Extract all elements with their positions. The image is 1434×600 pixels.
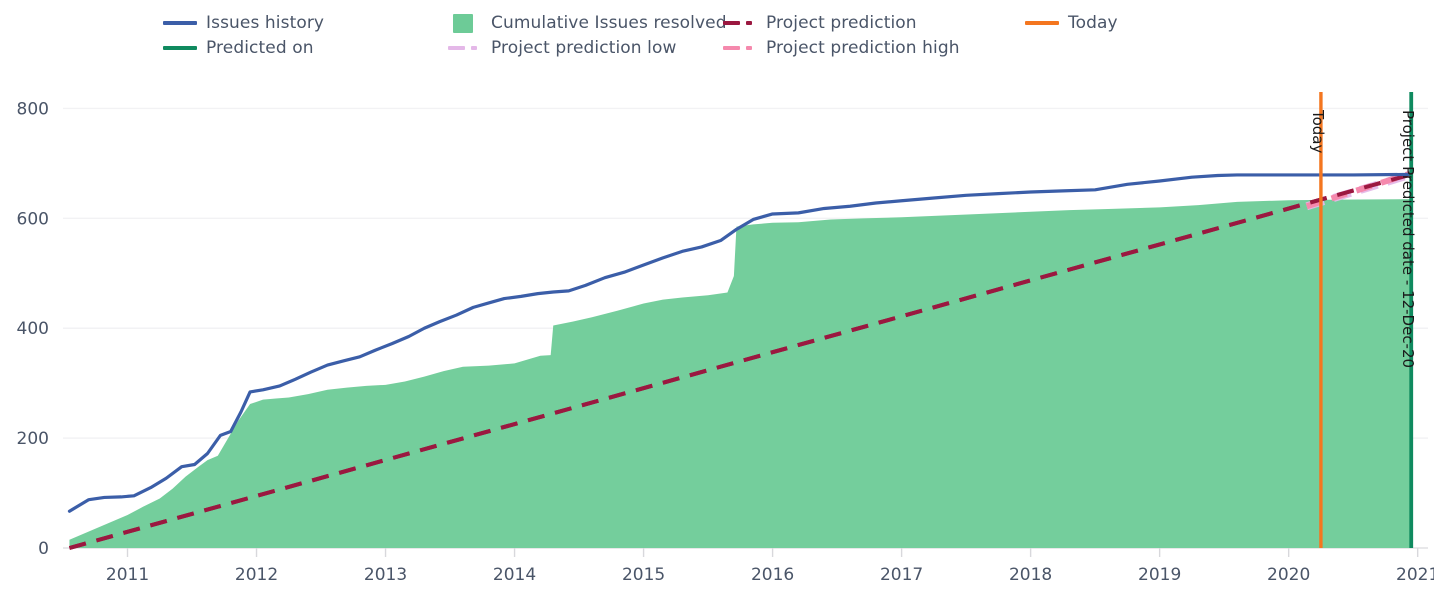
y-tick-label: 400 [17, 319, 49, 339]
vertical-line-label-today: Today [1309, 109, 1327, 154]
x-tick-label: 2012 [235, 565, 278, 585]
series-area-cumulative-issues-resolved [69, 199, 1412, 548]
x-axis: 2011 2012 2013 2014 2015 2016 2017 2018 2019 2020… [63, 547, 1434, 585]
y-tick-label: 0 [38, 539, 49, 559]
x-tick-label: 2013 [364, 565, 407, 585]
x-tick-label: 2016 [751, 565, 794, 585]
plot-area: 0 200 400 600 800 2011 2012 2013 2014 2015 2016 201… [0, 0, 1434, 600]
x-tick-label: 2017 [880, 565, 923, 585]
x-tick-label: 2014 [493, 565, 536, 585]
chart-svg: 02004006008002011 2012 2013 2014 2015 2016 201… [17, 92, 1434, 585]
x-tick-label: 2015 [622, 565, 665, 585]
x-tick-label: 2020 [1267, 565, 1310, 585]
x-tick-label: 2021 [1396, 565, 1434, 585]
y-tick-label: 600 [17, 209, 49, 229]
vertical-line-label-predicted-on: Project Predicted date - 12-Dec-20 [1399, 110, 1417, 368]
y-tick-label: 800 [17, 99, 49, 119]
x-tick-label: 2011 [106, 565, 149, 585]
y-tick-label: 200 [17, 429, 49, 449]
issues-burnup-chart: Issues history Cumulative Issues resolved… [0, 0, 1434, 600]
x-tick-label: 2018 [1009, 565, 1052, 585]
x-tick-label: 2019 [1138, 565, 1181, 585]
